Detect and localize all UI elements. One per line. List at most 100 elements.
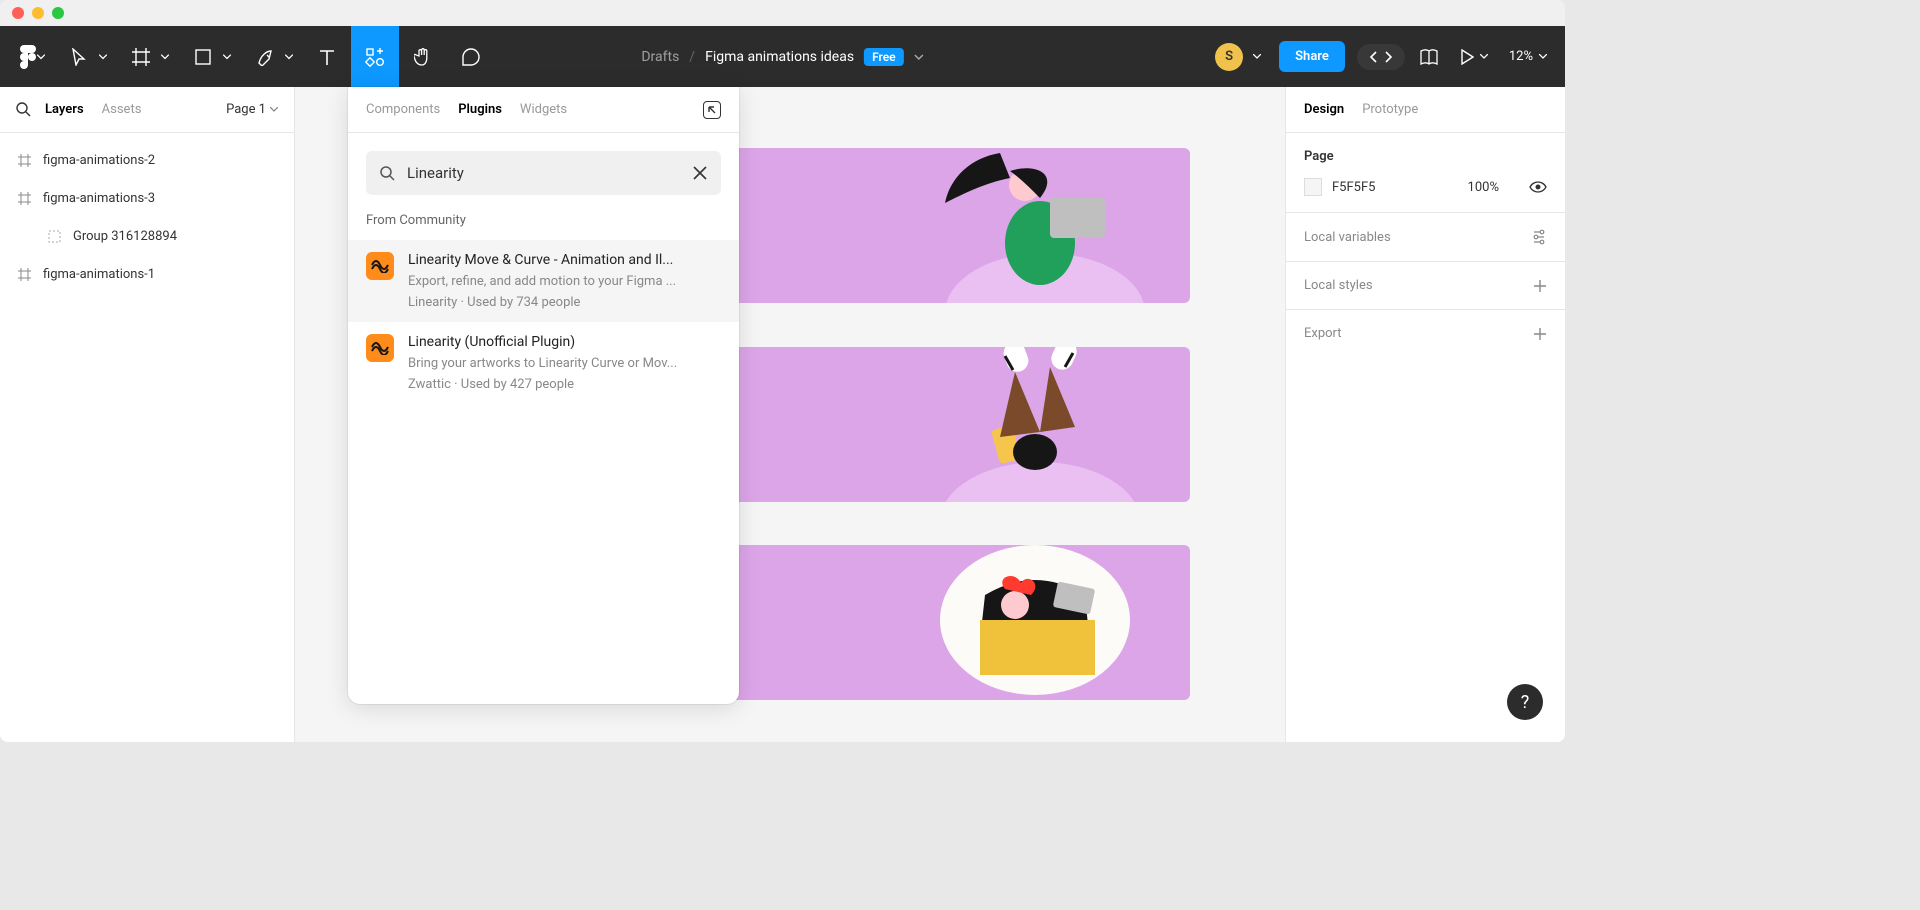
text-tool-button[interactable] <box>303 26 351 87</box>
close-icon <box>693 166 707 180</box>
present-button[interactable] <box>1453 49 1495 65</box>
help-button[interactable]: ? <box>1507 684 1543 720</box>
settings-icon <box>1531 229 1547 245</box>
resources-icon <box>365 47 385 67</box>
dev-mode-button[interactable] <box>1357 44 1405 70</box>
plus-icon <box>1533 279 1547 293</box>
toolbar: Drafts / Figma animations ideas Free S S… <box>0 26 1565 87</box>
layer-item[interactable]: figma-animations-2 <box>0 141 294 179</box>
layer-item[interactable]: figma-animations-3 <box>0 179 294 217</box>
tab-components[interactable]: Components <box>366 102 440 117</box>
frame-icon <box>18 268 31 281</box>
layer-item[interactable]: figma-animations-1 <box>0 255 294 293</box>
toolbar-right: S Share 12% <box>1215 41 1565 72</box>
layer-name: Group 316128894 <box>73 229 177 244</box>
layer-name: figma-animations-1 <box>43 267 155 282</box>
plugin-meta: Zwattic · Used by 427 people <box>408 377 721 392</box>
hand-icon <box>414 47 432 67</box>
hand-tool-button[interactable] <box>399 26 447 87</box>
zoom-value: 12% <box>1509 49 1533 64</box>
illustration <box>925 545 1145 700</box>
frame-tool-button[interactable] <box>117 26 179 87</box>
tab-layers[interactable]: Layers <box>45 102 84 117</box>
breadcrumb-separator: / <box>689 49 695 65</box>
frame-icon <box>132 48 150 66</box>
layer-name: figma-animations-3 <box>43 191 155 206</box>
file-name[interactable]: Figma animations ideas <box>705 49 854 65</box>
tab-plugins[interactable]: Plugins <box>458 102 502 117</box>
plugin-meta: Linearity · Used by 734 people <box>408 295 721 310</box>
pen-icon <box>256 48 274 66</box>
plugin-search <box>366 151 721 195</box>
maximize-window-button[interactable] <box>52 7 64 19</box>
plugin-search-input[interactable] <box>407 164 681 182</box>
illustration <box>940 148 1150 303</box>
shape-tool-button[interactable] <box>179 26 241 87</box>
section-title: From Community <box>348 213 739 240</box>
pointer-icon <box>71 48 87 66</box>
clear-search-button[interactable] <box>693 166 707 180</box>
close-window-button[interactable] <box>12 7 24 19</box>
visibility-toggle[interactable] <box>1529 181 1547 193</box>
local-styles-section[interactable]: Local styles <box>1286 262 1565 310</box>
book-icon <box>1418 48 1440 66</box>
page-section: Page F5F5F5 100% <box>1286 133 1565 213</box>
popout-button[interactable] <box>703 101 721 119</box>
design-panel-header: Design Prototype <box>1286 87 1565 133</box>
group-icon <box>48 230 61 243</box>
tab-widgets[interactable]: Widgets <box>520 102 567 117</box>
color-hex-value[interactable]: F5F5F5 <box>1332 180 1458 195</box>
pen-tool-button[interactable] <box>241 26 303 87</box>
text-icon <box>318 48 336 66</box>
free-badge: Free <box>864 48 904 66</box>
main-area: Layers Assets Page 1 figma-animations-2 … <box>0 87 1565 742</box>
search-icon <box>380 166 395 181</box>
plugin-description: Export, refine, and add motion to your F… <box>408 274 721 289</box>
plugin-description: Bring your artworks to Linearity Curve o… <box>408 356 721 371</box>
color-swatch[interactable] <box>1304 178 1322 196</box>
plugin-result[interactable]: Linearity Move & Curve - Animation and I… <box>348 240 739 322</box>
plus-icon <box>1533 327 1547 341</box>
plugin-title: Linearity (Unofficial Plugin) <box>408 334 721 350</box>
plugin-icon <box>366 252 394 280</box>
share-button[interactable]: Share <box>1279 41 1345 72</box>
resources-header: Components Plugins Widgets <box>348 87 739 133</box>
tab-prototype[interactable]: Prototype <box>1362 102 1418 117</box>
layer-item[interactable]: Group 316128894 <box>0 217 294 255</box>
dev-mode-icon <box>1369 50 1393 64</box>
traffic-lights <box>12 7 64 19</box>
avatar-chevron-icon[interactable] <box>1253 54 1261 59</box>
move-tool-button[interactable] <box>55 26 117 87</box>
toolbar-left <box>0 26 495 87</box>
minimize-window-button[interactable] <box>32 7 44 19</box>
tab-assets[interactable]: Assets <box>102 102 142 117</box>
frame-icon <box>18 154 31 167</box>
breadcrumb-drafts[interactable]: Drafts <box>641 49 679 65</box>
export-section[interactable]: Export <box>1286 310 1565 357</box>
popout-icon <box>707 105 717 115</box>
library-button[interactable] <box>1411 48 1447 66</box>
plugin-title: Linearity Move & Curve - Animation and I… <box>408 252 721 268</box>
resources-tool-button[interactable] <box>351 26 399 87</box>
page-label: Page <box>1304 149 1547 164</box>
search-icon[interactable] <box>16 102 31 117</box>
plugin-icon <box>366 334 394 362</box>
play-icon <box>1460 49 1474 65</box>
resources-dropdown: Components Plugins Widgets From Communit… <box>348 87 739 704</box>
file-title-area: Drafts / Figma animations ideas Free <box>641 48 923 66</box>
opacity-value[interactable]: 100% <box>1468 180 1499 195</box>
plugin-result[interactable]: Linearity (Unofficial Plugin) Bring your… <box>348 322 739 404</box>
local-variables-section[interactable]: Local variables <box>1286 213 1565 262</box>
user-avatar[interactable]: S <box>1215 43 1243 71</box>
titlebar <box>0 0 1565 26</box>
tab-design[interactable]: Design <box>1304 102 1344 117</box>
eye-icon <box>1529 181 1547 193</box>
main-menu-button[interactable] <box>0 26 55 87</box>
comment-tool-button[interactable] <box>447 26 495 87</box>
page-selector[interactable]: Page 1 <box>226 102 278 117</box>
rectangle-icon <box>195 49 211 65</box>
comment-icon <box>461 47 481 67</box>
zoom-control[interactable]: 12% <box>1509 49 1547 64</box>
file-chevron-icon[interactable] <box>914 54 924 60</box>
help-icon: ? <box>1521 692 1530 713</box>
